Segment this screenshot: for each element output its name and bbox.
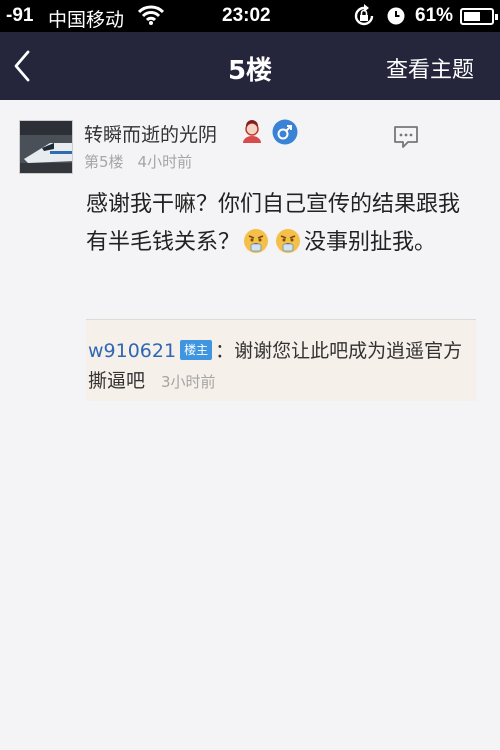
clock-time: 23:02 [222, 5, 271, 26]
battery-percentage: 61% [415, 5, 454, 26]
train-photo-icon [20, 121, 72, 173]
post-meta: 第5楼 4小时前 [84, 151, 192, 172]
sub-reply-text-block: w910621 楼主 ：谢谢您让此吧成为逍遥官方撕逼吧 3小时前 [88, 336, 474, 397]
reply-time: 3小时前 [161, 373, 216, 391]
reply-author-link[interactable]: w910621 [88, 340, 176, 362]
view-topic-button[interactable]: 查看主题 [386, 52, 474, 84]
post-text-part2: 没事别扯我。 [304, 230, 437, 255]
battery-icon [460, 8, 498, 25]
sub-reply[interactable]: w910621 楼主 ：谢谢您让此吧成为逍遥官方撕逼吧 3小时前 [86, 319, 476, 401]
angry-emoji-icon [244, 229, 269, 253]
wifi-icon [138, 5, 164, 25]
avatar[interactable] [19, 120, 73, 174]
post-author-name[interactable]: 转瞬而逝的光阴 [84, 120, 217, 147]
alarm-clock-icon [387, 7, 405, 25]
post-time: 4小时前 [137, 153, 193, 171]
rotation-lock-icon [354, 4, 374, 26]
carrier-name: 中国移动 [48, 10, 125, 31]
post-content: 感谢我干嘛？你们自己宣传的结果跟我有半毛钱关系？ 没事别扯我。 [86, 186, 481, 262]
female-avatar-icon [243, 120, 261, 143]
owner-badge: 楼主 [180, 340, 213, 360]
navigation-bar: 5楼 查看主题 [0, 32, 500, 100]
male-gender-icon [272, 119, 298, 145]
status-bar: -91 中国移动 23:02 61% [0, 0, 500, 32]
angry-emoji-icon [276, 229, 301, 253]
floor-number: 第5楼 [84, 153, 124, 171]
signal-strength: -91 [6, 5, 34, 26]
comment-icon[interactable] [392, 124, 420, 150]
